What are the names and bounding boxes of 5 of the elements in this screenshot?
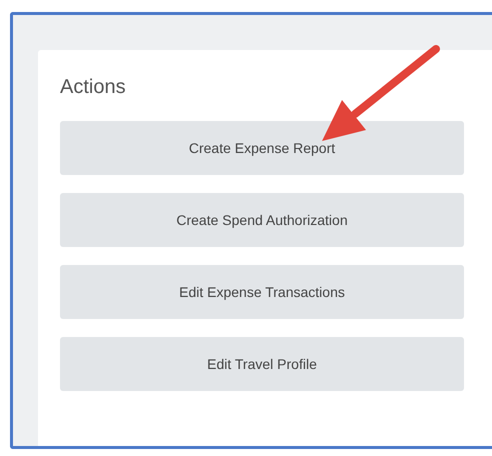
action-button[interactable]: Edit Travel Profile: [60, 337, 464, 391]
action-button[interactable]: Edit Expense Transactions: [60, 265, 464, 319]
card-title: Actions: [60, 76, 127, 99]
action-button[interactable]: Create Spend Authorization: [60, 193, 464, 247]
action-button[interactable]: Create Expense Report: [60, 121, 464, 175]
